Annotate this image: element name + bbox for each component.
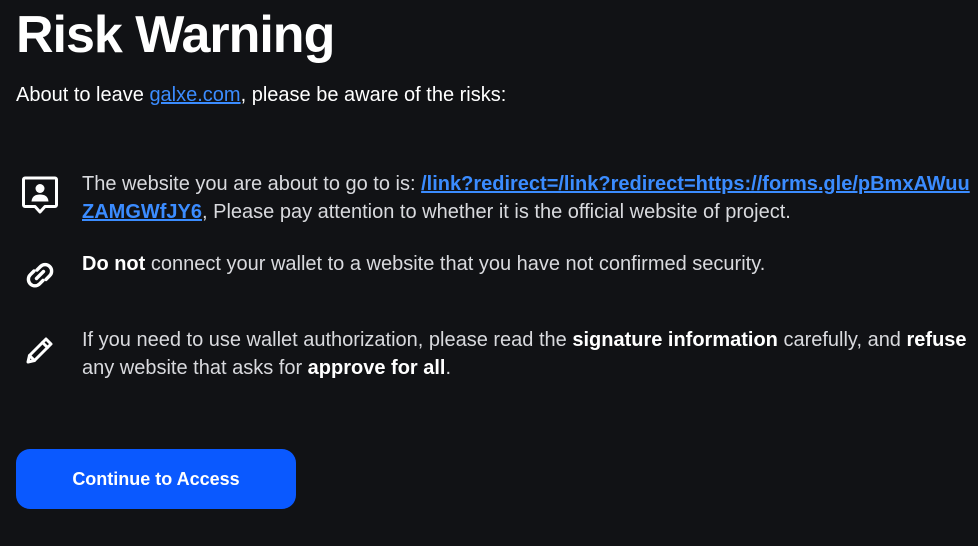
do-not-emphasis: Do not	[82, 253, 146, 275]
refuse-emphasis: refuse	[906, 329, 967, 351]
risk-destination-text: The website you are about to go to is: /…	[82, 170, 972, 226]
risk-destination-suffix: , Please pay attention to whether it is …	[202, 201, 791, 223]
risk-auth-part3: any website that asks for	[82, 357, 308, 379]
subtitle-prefix: About to leave	[16, 84, 150, 106]
pencil-icon	[18, 328, 62, 372]
signature-information-emphasis: signature information	[572, 329, 778, 351]
link-icon	[18, 253, 62, 297]
risk-destination-prefix: The website you are about to go to is:	[82, 173, 422, 195]
person-badge-icon	[18, 173, 62, 217]
continue-to-access-button[interactable]: Continue to Access	[16, 449, 296, 509]
risk-auth-part4: .	[445, 357, 452, 379]
page-title: Risk Warning	[16, 6, 335, 64]
risk-authorization-text: If you need to use wallet authorization,…	[82, 326, 972, 382]
risk-warning-page: Risk Warning About to leave galxe.com, p…	[0, 0, 978, 546]
destination-domain-link[interactable]: galxe.com	[149, 84, 240, 106]
risk-auth-part2: carefully, and	[777, 329, 907, 351]
risk-auth-part1: If you need to use wallet authorization,…	[82, 329, 573, 351]
risk-wallet-connect-body: connect your wallet to a website that yo…	[145, 253, 766, 275]
risk-subtitle: About to leave galxe.com, please be awar…	[16, 82, 506, 108]
approve-for-all-emphasis: approve for all	[307, 357, 446, 379]
risk-wallet-connect-text: Do not connect your wallet to a website …	[82, 250, 972, 278]
subtitle-suffix: , please be aware of the risks:	[240, 84, 507, 106]
